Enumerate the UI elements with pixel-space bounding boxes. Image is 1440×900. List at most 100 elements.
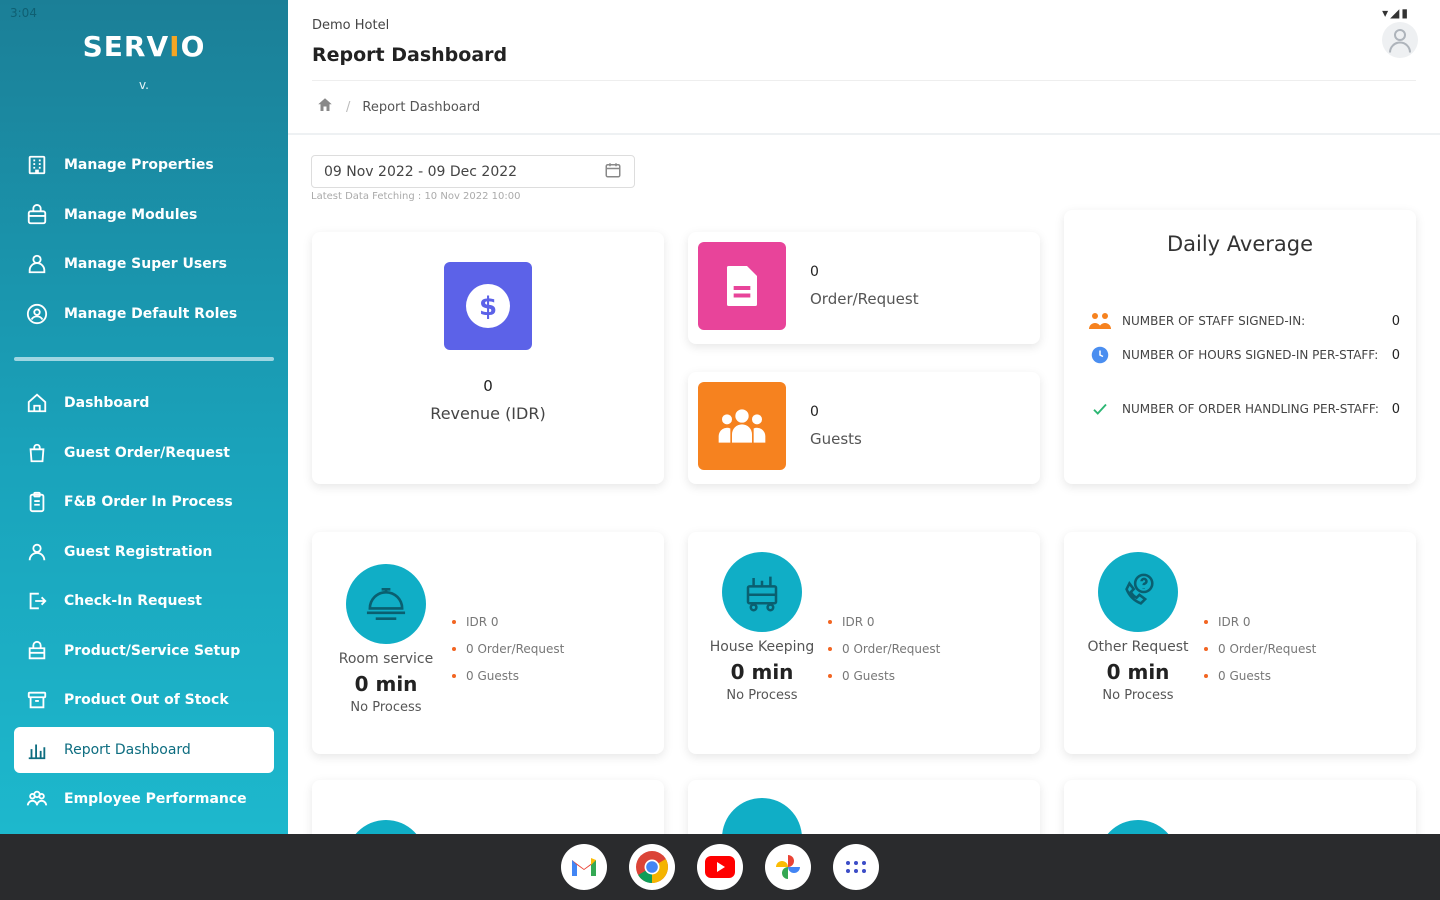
breadcrumb: / Report Dashboard	[316, 96, 480, 118]
breadcrumb-divider	[288, 133, 1440, 135]
service-idr: IDR 0	[452, 608, 564, 635]
sidebar-item-label: Product Out of Stock	[64, 692, 229, 708]
sidebar-divider	[14, 357, 274, 361]
order-request-card: 0 Order/Request	[688, 232, 1040, 344]
sidebar-item-manage-default-roles[interactable]: Manage Default Roles	[14, 291, 274, 337]
guests-value: 0	[810, 404, 819, 420]
sidebar-item-manage-super-users[interactable]: Manage Super Users	[14, 241, 274, 287]
sidebar-item-label: Dashboard	[64, 395, 150, 411]
gmail-icon[interactable]	[561, 844, 607, 890]
daily-average-title: Daily Average	[1166, 232, 1314, 256]
sidebar-item-manage-properties[interactable]: Manage Properties	[14, 142, 274, 188]
photos-icon[interactable]	[765, 844, 811, 890]
status-icons: ▾◢▮	[1382, 6, 1410, 20]
checkin-icon	[24, 588, 50, 614]
sidebar-item-report-dashboard[interactable]: Report Dashboard	[14, 726, 274, 773]
service-guests: 0 Guests	[828, 662, 940, 689]
avg-value: 0	[1391, 401, 1400, 417]
sidebar-item-product-service-setup[interactable]: Product/Service Setup	[14, 628, 274, 674]
role-icon	[24, 301, 50, 327]
service-minutes: 0 min	[730, 660, 794, 684]
sidebar-item-dashboard[interactable]: Dashboard	[14, 380, 274, 426]
user-icon	[24, 539, 50, 565]
avg-row-hours-signed-in: NUMBER OF HOURS SIGNED-IN PER-STAFF: 0	[1088, 344, 1400, 366]
sidebar-item-label: Manage Default Roles	[64, 305, 238, 322]
service-orders: 0 Order/Request	[1204, 635, 1316, 662]
sidebar-admin-menu: Manage Properties Manage Modules Manage …	[14, 142, 274, 340]
sidebar-item-label: Product/Service Setup	[64, 642, 241, 659]
sidebar: SERVIO v. Manage Properties Manage Modul…	[0, 0, 288, 834]
avatar[interactable]	[1382, 22, 1418, 58]
home-icon	[24, 390, 50, 416]
sidebar-item-label: Manage Super Users	[64, 256, 227, 272]
check-icon	[1088, 400, 1112, 418]
service-guests: 0 Guests	[1204, 662, 1316, 689]
house-keeping-card[interactable]: House Keeping 0 min No Process IDR 0 0 O…	[688, 532, 1040, 754]
service-status: No Process	[350, 700, 422, 715]
service-idr: IDR 0	[828, 608, 940, 635]
order-request-value: 0	[810, 264, 819, 280]
room-service-card[interactable]: Room service 0 min No Process IDR 0 0 Or…	[312, 532, 664, 754]
main-content: Demo Hotel Report Dashboard / Report Das…	[288, 0, 1440, 900]
service-status: No Process	[726, 688, 798, 703]
chart-icon	[24, 737, 50, 763]
group-icon	[698, 382, 786, 470]
youtube-icon[interactable]	[697, 844, 743, 890]
app-drawer-icon[interactable]	[833, 844, 879, 890]
breadcrumb-current: Report Dashboard	[362, 99, 481, 115]
service-orders: 0 Order/Request	[828, 635, 940, 662]
sidebar-item-employee-performance[interactable]: Employee Performance	[14, 776, 274, 822]
other-request-summary: Other Request 0 min No Process	[1074, 552, 1202, 703]
bag-icon	[24, 440, 50, 466]
service-orders: 0 Order/Request	[452, 635, 564, 662]
guests-card: 0 Guests	[688, 372, 1040, 484]
service-stats: IDR 0 0 Order/Request 0 Guests	[1204, 608, 1316, 689]
avg-value: 0	[1391, 313, 1400, 329]
sidebar-item-label: Guest Registration	[64, 543, 213, 560]
hotel-name: Demo Hotel	[312, 18, 390, 33]
status-time: 3:04	[10, 6, 37, 20]
chrome-icon[interactable]	[629, 844, 675, 890]
avg-row-order-handling: NUMBER OF ORDER HANDLING PER-STAFF: 0	[1088, 398, 1400, 420]
team-icon	[24, 786, 50, 812]
sidebar-item-label: Guest Order/Request	[64, 444, 230, 461]
service-stats: IDR 0 0 Order/Request 0 Guests	[452, 608, 564, 689]
revenue-label: Revenue (IDR)	[430, 404, 546, 423]
avg-row-staff-signed-in: NUMBER OF STAFF SIGNED-IN: 0	[1088, 310, 1400, 332]
revenue-value: 0	[483, 377, 493, 395]
page-title: Report Dashboard	[312, 44, 508, 66]
archive-icon	[24, 687, 50, 713]
avg-label: NUMBER OF HOURS SIGNED-IN PER-STAFF:	[1122, 348, 1379, 362]
other-request-card[interactable]: Other Request 0 min No Process IDR 0 0 O…	[1064, 532, 1416, 754]
revenue-card: $ 0 Revenue (IDR)	[312, 232, 664, 484]
taskbar	[0, 834, 1440, 900]
sidebar-item-label: Report Dashboard	[64, 741, 191, 758]
staff-icon	[1088, 312, 1112, 330]
date-range-picker[interactable]: 09 Nov 2022 - 09 Dec 2022	[311, 155, 635, 188]
service-name: House Keeping	[709, 639, 815, 655]
service-minutes: 0 min	[354, 672, 418, 696]
room-service-summary: Room service 0 min No Process	[322, 564, 450, 715]
sidebar-item-checkin-request[interactable]: Check-In Request	[14, 578, 274, 624]
sidebar-item-fnb-order[interactable]: F&B Order In Process	[14, 479, 274, 525]
dollar-icon: $	[444, 262, 532, 350]
sidebar-item-product-out-of-stock[interactable]: Product Out of Stock	[14, 677, 274, 723]
guests-label: Guests	[810, 430, 862, 448]
sidebar-item-guest-order[interactable]: Guest Order/Request	[14, 430, 274, 476]
service-status: No Process	[1102, 688, 1174, 703]
sidebar-item-label: Check-In Request	[64, 593, 202, 609]
daily-average-card: Daily Average NUMBER OF STAFF SIGNED-IN:…	[1064, 210, 1416, 484]
service-idr: IDR 0	[1204, 608, 1316, 635]
sidebar-item-manage-modules[interactable]: Manage Modules	[14, 192, 274, 238]
breadcrumb-separator: /	[346, 99, 351, 115]
sidebar-item-guest-registration[interactable]: Guest Registration	[14, 529, 274, 575]
home-icon[interactable]	[316, 96, 334, 118]
data-fetch-note: Latest Data Fetching : 10 Nov 2022 10:00	[311, 191, 521, 202]
cleaning-cart-icon	[722, 552, 802, 632]
sidebar-item-label: Manage Properties	[64, 157, 214, 173]
sidebar-item-label: F&B Order In Process	[64, 494, 233, 510]
briefcase-icon	[24, 202, 50, 228]
avg-label: NUMBER OF ORDER HANDLING PER-STAFF:	[1122, 402, 1379, 416]
brand-logo: SERVIO	[82, 30, 206, 63]
calendar-icon	[604, 161, 622, 183]
